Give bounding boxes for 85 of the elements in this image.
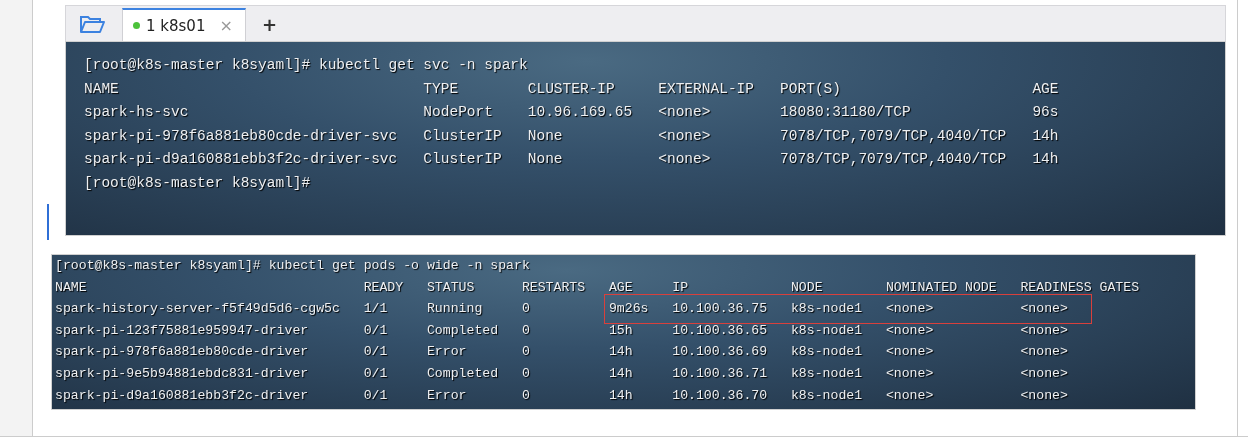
table-cell-text: 10.100.36.75 bbox=[672, 300, 769, 319]
table-cell-text: None bbox=[527, 126, 564, 146]
table-cell-text: spark-history-server-f5f49d5d6-cgw5c bbox=[55, 300, 341, 319]
table-cell-text: 7078/TCP,7079/TCP,4040/TCP bbox=[780, 126, 1008, 146]
column-header: STATUS bbox=[426, 278, 476, 297]
table-cell-text: <none> bbox=[658, 126, 712, 146]
table-cell-text: 1/1 bbox=[363, 300, 389, 319]
table-cell-text: k8s-node1 bbox=[790, 364, 864, 383]
table-cell-text: 14h bbox=[1032, 126, 1060, 146]
column-header: NODE bbox=[790, 278, 824, 297]
table-cell-text: ClusterIP bbox=[423, 126, 503, 146]
table-cell-text: 14h bbox=[608, 343, 634, 362]
column-header: NOMINATED NODE bbox=[885, 278, 998, 297]
table-cell-text: 0/1 bbox=[363, 364, 389, 383]
column-header: RESTARTS bbox=[521, 278, 587, 297]
table-cell-text: <none> bbox=[1020, 321, 1069, 340]
table-cell-text: Completed bbox=[426, 364, 500, 383]
table-cell-text: <none> bbox=[885, 364, 935, 383]
session-tab[interactable]: 1 k8s01 × bbox=[122, 8, 246, 41]
table-cell-text: 10.100.36.70 bbox=[672, 386, 769, 405]
folder-icon[interactable] bbox=[79, 14, 105, 34]
table-cell-text: 18080:31180/TCP bbox=[780, 103, 912, 122]
column-header: READY bbox=[363, 278, 405, 297]
table-cell-text: 14h bbox=[1032, 150, 1060, 169]
table-cell-text: <none> bbox=[885, 300, 935, 319]
column-header: CLUSTER-IP bbox=[527, 79, 616, 99]
table-cell-text: spark-pi-d9a160881ebb3f2c-driver bbox=[55, 386, 310, 405]
table-cell-text: 0 bbox=[521, 343, 531, 362]
table-cell-text: 0 bbox=[521, 386, 531, 405]
column-header: IP bbox=[672, 278, 690, 297]
table-cell-text: ClusterIP bbox=[423, 150, 503, 169]
table-cell-text: 14h bbox=[608, 364, 634, 383]
table-cell-text: None bbox=[527, 150, 564, 169]
command-line: [root@k8s-master k8syaml]# kubectl get pods -o wide -n spark bbox=[55, 257, 531, 275]
table-cell-text: k8s-node1 bbox=[790, 343, 864, 362]
table-cell-text: <none> bbox=[658, 103, 712, 122]
column-header: AGE bbox=[608, 278, 634, 297]
table-cell-text: spark-pi-9e5b94881ebdc831-driver bbox=[55, 364, 310, 383]
table-cell-text: k8s-node1 bbox=[790, 300, 864, 319]
new-tab-button[interactable]: + bbox=[260, 14, 280, 35]
table-cell-text: spark-hs-svc bbox=[84, 103, 190, 122]
table-cell-text: 7078/TCP,7079/TCP,4040/TCP bbox=[780, 150, 1008, 169]
table-cell-text: <none> bbox=[885, 343, 935, 362]
column-header: READINESS GATES bbox=[1020, 278, 1141, 297]
table-cell-text: spark-pi-978f6a881eb80cde-driver bbox=[55, 343, 310, 362]
table-cell-text: 0 bbox=[521, 300, 531, 319]
table-cell-text: <none> bbox=[885, 321, 935, 340]
command-line: [root@k8s-master k8syaml]# kubectl get svc -n spark bbox=[84, 56, 529, 75]
table-cell-text: <none> bbox=[1020, 386, 1069, 405]
table-cell-text: Completed bbox=[426, 321, 500, 340]
table-cell-text: 96s bbox=[1032, 103, 1060, 122]
table-cell-text: spark-pi-123f75881e959947-driver bbox=[55, 321, 310, 340]
table-cell-text: 0/1 bbox=[363, 321, 389, 340]
table-cell-text: <none> bbox=[885, 386, 935, 405]
table-cell-text: 0/1 bbox=[363, 343, 389, 362]
table-cell-text: k8s-node1 bbox=[790, 386, 864, 405]
table-cell-text: 10.100.36.71 bbox=[672, 364, 769, 383]
table-cell-text: 10.96.169.65 bbox=[527, 103, 634, 122]
table-cell-text: 9m26s bbox=[608, 300, 650, 319]
table-cell-text: <none> bbox=[1020, 300, 1069, 319]
table-cell-text: Error bbox=[426, 343, 468, 362]
table-cell-text: 0/1 bbox=[363, 386, 389, 405]
table-cell-text: 0 bbox=[521, 321, 531, 340]
table-cell-text: 15h bbox=[608, 321, 634, 340]
column-header: AGE bbox=[1032, 79, 1060, 99]
table-cell-text: <none> bbox=[658, 150, 712, 169]
table-cell-text: Error bbox=[426, 386, 468, 405]
table-cell-text: k8s-node1 bbox=[790, 321, 864, 340]
table-cell-text: Running bbox=[426, 300, 484, 319]
shell-prompt: [root@k8s-master k8syaml]# bbox=[84, 173, 312, 193]
table-cell-text: spark-pi-978f6a881eb80cde-driver-svc bbox=[84, 126, 399, 146]
column-header: PORT(S) bbox=[780, 79, 842, 99]
column-header: EXTERNAL-IP bbox=[658, 79, 755, 99]
table-cell-text: 0 bbox=[521, 364, 531, 383]
text-cursor bbox=[47, 204, 49, 240]
table-cell-text: 10.100.36.65 bbox=[672, 321, 769, 340]
table-cell-text: spark-pi-d9a160881ebb3f2c-driver-svc bbox=[84, 150, 399, 169]
column-header: NAME bbox=[55, 278, 88, 297]
table-cell-text: <none> bbox=[1020, 343, 1069, 362]
column-header: TYPE bbox=[423, 79, 460, 99]
table-cell-text: 10.100.36.69 bbox=[672, 343, 769, 362]
table-cell-text: <none> bbox=[1020, 364, 1069, 383]
column-header: NAME bbox=[84, 79, 120, 99]
table-cell-text: NodePort bbox=[423, 103, 494, 122]
table-cell-text: 14h bbox=[608, 386, 634, 405]
